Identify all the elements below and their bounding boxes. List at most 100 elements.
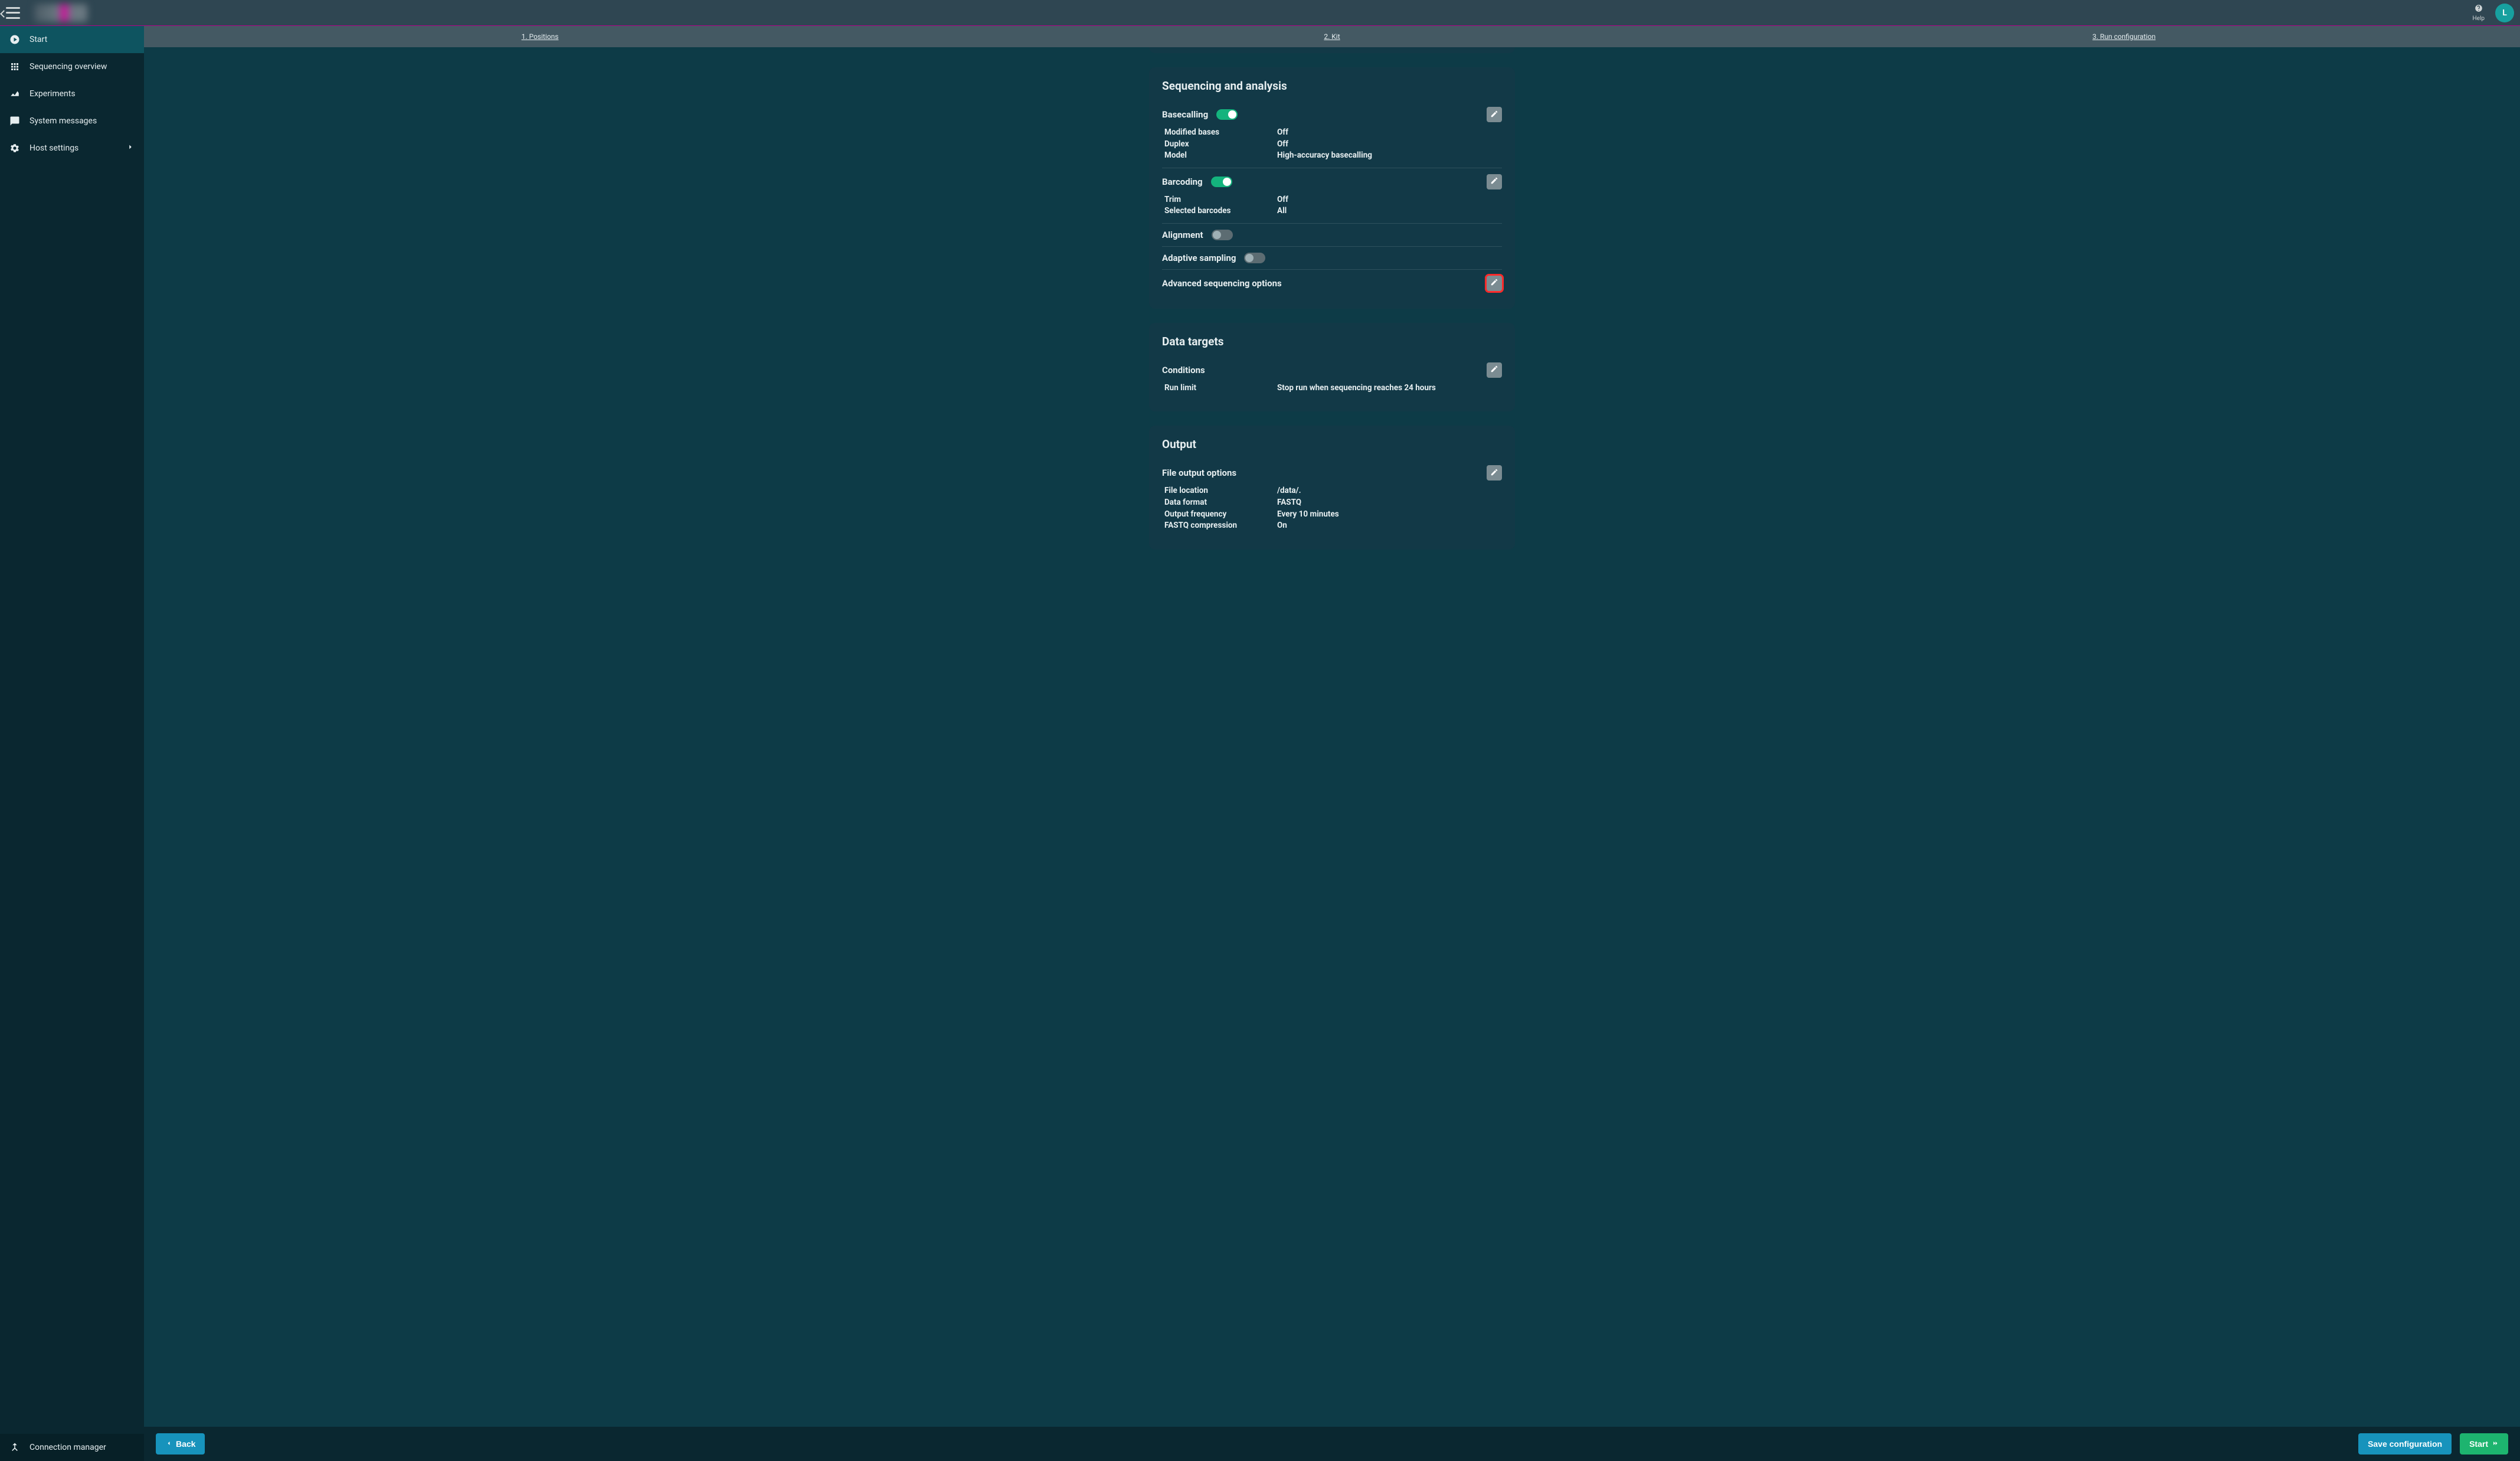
sidebar-item-host-settings[interactable]: Host settings — [0, 135, 144, 162]
avatar-initial: L — [2502, 8, 2507, 18]
section-title: Conditions — [1162, 365, 1205, 375]
pencil-icon — [1490, 364, 1498, 375]
panel-remnant — [1149, 47, 1515, 53]
pencil-icon — [1490, 176, 1498, 187]
kv-row: FASTQ compressionOn — [1162, 520, 1502, 532]
save-label: Save configuration — [2368, 1439, 2442, 1449]
sidebar-item-label: Connection manager — [30, 1443, 106, 1452]
chevron-right-icon — [126, 143, 135, 153]
kv-row: TrimOff — [1162, 194, 1502, 206]
sidebar: Start Sequencing overview Experiments Sy… — [0, 26, 144, 1461]
section-title: Alignment — [1162, 230, 1203, 240]
step-label: 3. Run configuration — [2093, 32, 2156, 41]
kv-value: Off — [1277, 194, 1502, 206]
footer-bar: Back Save configuration Start — [144, 1427, 2520, 1461]
kv-row: Modified basesOff — [1162, 127, 1502, 139]
sidebar-item-start[interactable]: Start — [0, 26, 144, 53]
kv-key: Trim — [1162, 194, 1277, 206]
section-title: Basecalling — [1162, 109, 1208, 120]
chevron-left-icon — [165, 1439, 172, 1449]
edit-file-output-button[interactable] — [1487, 465, 1502, 481]
kv-row: DuplexOff — [1162, 139, 1502, 151]
sparkline-icon — [9, 89, 20, 99]
step-tab-run-configuration[interactable]: 3. Run configuration — [1728, 26, 2520, 47]
kv-key: Selected barcodes — [1162, 205, 1277, 217]
section-title: File output options — [1162, 468, 1236, 478]
help-label: Help — [2473, 15, 2485, 22]
footer-right: Save configuration Start — [2358, 1433, 2508, 1455]
top-bar-right: Help L — [2473, 4, 2514, 22]
menu-toggle-button[interactable] — [6, 7, 22, 19]
kv-value: FASTQ — [1277, 497, 1502, 509]
section-title: Barcoding — [1162, 177, 1203, 187]
start-label: Start — [2469, 1439, 2488, 1449]
sidebar-nav-list: Start Sequencing overview Experiments Sy… — [0, 26, 144, 162]
section-conditions: Conditions Run limitStop run when sequen… — [1162, 357, 1502, 400]
kv-key: Model — [1162, 150, 1277, 162]
kv-key: Data format — [1162, 497, 1277, 509]
play-circle-icon — [9, 34, 20, 45]
kv-value: Stop run when sequencing reaches 24 hour… — [1277, 383, 1502, 394]
top-bar-left — [6, 4, 87, 22]
toggle-barcoding[interactable] — [1211, 177, 1232, 187]
kv-key: Run limit — [1162, 383, 1277, 394]
kv-value: On — [1277, 520, 1502, 532]
pencil-icon — [1490, 468, 1498, 479]
main-row: Start Sequencing overview Experiments Sy… — [0, 26, 2520, 1461]
help-icon — [2475, 4, 2483, 14]
section-barcoding: Barcoding TrimOff Selected barcodesAll — [1162, 168, 1502, 224]
edit-conditions-button[interactable] — [1487, 362, 1502, 378]
panels: Sequencing and analysis Basecalling Modi… — [1149, 67, 1515, 550]
sidebar-item-label: Host settings — [30, 143, 78, 153]
sidebar-item-sequencing-overview[interactable]: Sequencing overview — [0, 53, 144, 80]
section-title: Adaptive sampling — [1162, 253, 1236, 263]
panel-title: Output — [1162, 437, 1502, 451]
sidebar-item-connection-manager[interactable]: Connection manager — [0, 1434, 144, 1461]
kv-row: Selected barcodesAll — [1162, 205, 1502, 217]
edit-barcoding-button[interactable] — [1487, 174, 1502, 189]
kv-value: High-accuracy basecalling — [1277, 150, 1502, 162]
section-adaptive-sampling: Adaptive sampling — [1162, 247, 1502, 270]
pencil-icon — [1490, 277, 1498, 289]
edit-basecalling-button[interactable] — [1487, 107, 1502, 122]
back-label: Back — [176, 1439, 195, 1449]
panel-output: Output File output options File location… — [1149, 426, 1515, 549]
kv-key: File location — [1162, 485, 1277, 497]
start-button[interactable]: Start — [2460, 1433, 2508, 1455]
kv-value: Off — [1277, 127, 1502, 139]
content-scroll[interactable]: Sequencing and analysis Basecalling Modi… — [144, 47, 2520, 1427]
sidebar-item-label: System messages — [30, 116, 97, 126]
panel-title: Data targets — [1162, 335, 1502, 348]
kv-row: Run limitStop run when sequencing reache… — [1162, 383, 1502, 394]
kv-value: /data/. — [1277, 485, 1502, 497]
kv-row: Data formatFASTQ — [1162, 497, 1502, 509]
section-alignment: Alignment — [1162, 224, 1502, 247]
panel-sequencing-analysis: Sequencing and analysis Basecalling Modi… — [1149, 67, 1515, 309]
merge-icon — [9, 1442, 20, 1453]
toggle-alignment[interactable] — [1212, 230, 1233, 240]
sidebar-item-experiments[interactable]: Experiments — [0, 80, 144, 107]
section-file-output-options: File output options File location/data/.… — [1162, 459, 1502, 537]
sidebar-item-label: Sequencing overview — [30, 62, 107, 71]
section-title: Advanced sequencing options — [1162, 278, 1282, 289]
sidebar-item-system-messages[interactable]: System messages — [0, 107, 144, 135]
back-button[interactable]: Back — [156, 1433, 205, 1455]
kv-key: Duplex — [1162, 139, 1277, 151]
kv-row: Output frequencyEvery 10 minutes — [1162, 509, 1502, 521]
app-logo — [34, 4, 87, 22]
step-tabs: 1. Positions 2. Kit 3. Run configuration — [144, 26, 2520, 47]
toggle-adaptive-sampling[interactable] — [1244, 253, 1265, 263]
step-tab-positions[interactable]: 1. Positions — [144, 26, 936, 47]
panel-data-targets: Data targets Conditions Run limitStop ru… — [1149, 323, 1515, 412]
step-tab-kit[interactable]: 2. Kit — [936, 26, 1728, 47]
save-configuration-button[interactable]: Save configuration — [2358, 1433, 2452, 1455]
top-bar: Help L — [0, 0, 2520, 26]
kv-key: Modified bases — [1162, 127, 1277, 139]
step-label: 2. Kit — [1324, 32, 1340, 41]
edit-advanced-sequencing-button[interactable] — [1487, 276, 1502, 291]
help-button[interactable]: Help — [2473, 4, 2485, 22]
user-avatar[interactable]: L — [2495, 4, 2514, 22]
toggle-basecalling[interactable] — [1216, 109, 1238, 120]
section-advanced-sequencing-options: Advanced sequencing options — [1162, 270, 1502, 297]
sidebar-footer: Connection manager — [0, 1434, 144, 1461]
